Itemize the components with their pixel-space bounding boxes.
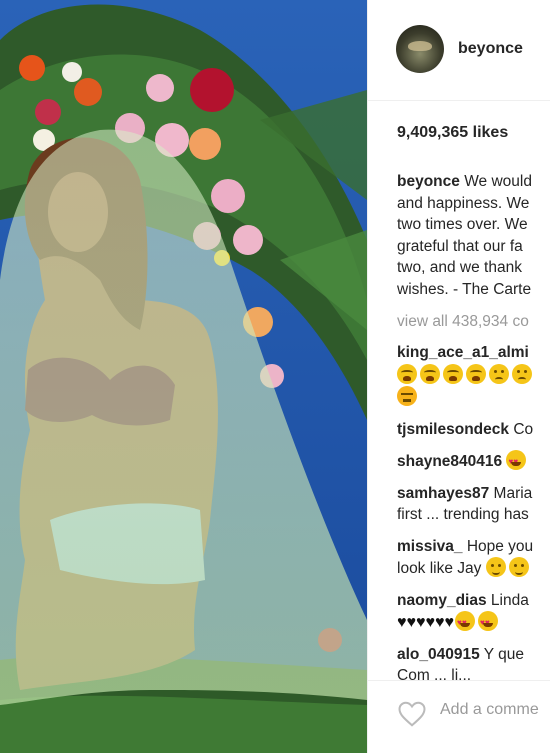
caption-line: grateful that our fa: [397, 237, 523, 255]
post-photo[interactable]: [0, 0, 367, 753]
crying-face-icon: [466, 363, 486, 384]
comment-username[interactable]: missiva_: [397, 538, 463, 555]
heart-outline-icon[interactable]: [397, 699, 427, 729]
comment-username[interactable]: shayne840416: [397, 453, 502, 470]
post-details-panel: beyonce 9,409,365 likes beyonce We would…: [368, 0, 550, 753]
avatar[interactable]: [396, 25, 444, 73]
post-caption: beyonce We would and happiness. We two t…: [397, 171, 550, 301]
heart-eyes-face-icon: [506, 450, 527, 473]
comment-item: tjsmilesondeck Co: [397, 419, 550, 441]
comment-text: Co: [513, 420, 534, 438]
post-username[interactable]: beyonce: [458, 40, 523, 58]
photo-illustration: [0, 0, 367, 753]
caption-username[interactable]: beyonce: [397, 173, 460, 190]
caption-line: two, and we thank: [397, 259, 522, 277]
angry-face-icon: [397, 386, 417, 406]
caption-line: and happiness. We: [397, 194, 530, 212]
view-all-comments-link[interactable]: view all 438,934 co: [397, 313, 529, 331]
heart-eyes-face-icon: [455, 611, 475, 634]
comment-username[interactable]: king_ace_a1_almi: [397, 344, 529, 361]
crying-face-icon: [397, 363, 417, 384]
comment-username[interactable]: tjsmilesondeck: [397, 421, 509, 438]
crying-face-icon: [443, 363, 463, 384]
comment-text: look like Jay: [397, 560, 482, 577]
comment-item: samhayes87 Maria first ... trending has: [397, 483, 550, 526]
comment-text: Linda: [490, 591, 529, 609]
crying-face-icon: [420, 363, 440, 384]
comment-username[interactable]: naomy_dias: [397, 592, 487, 609]
likes-count[interactable]: 9,409,365 likes: [397, 124, 508, 142]
comment-footer: Add a comme: [368, 680, 550, 753]
caption-line: wishes. - The Carte: [397, 280, 532, 298]
sad-face-icon: [489, 363, 509, 384]
caption-line: beyonce We would: [397, 173, 532, 190]
post-header: beyonce: [368, 0, 550, 101]
comment-item: shayne840416: [397, 450, 550, 473]
avatar-figure: [408, 41, 432, 51]
comment-username[interactable]: samhayes87: [397, 485, 489, 502]
smirking-face-icon: [508, 557, 529, 577]
caption-line: two times over. We: [397, 216, 528, 234]
black-hearts-icon: ♥♥♥♥♥♥: [397, 614, 454, 631]
comment-text: Hope you: [466, 537, 534, 555]
comments-list: king_ace_a1_almi tjsmilesondeck Co shayn…: [397, 342, 550, 697]
comment-item: naomy_dias Linda ♥♥♥♥♥♥: [397, 590, 550, 634]
comment-text: first ... trending has: [397, 506, 529, 523]
comment-item: missiva_ Hope you look like Jay: [397, 536, 550, 580]
add-comment-input[interactable]: Add a comme: [440, 701, 539, 719]
sad-face-icon: [512, 363, 532, 384]
comment-username[interactable]: alo_040915: [397, 646, 480, 663]
comment-text: Maria: [493, 484, 533, 502]
comment-text: Y que: [483, 645, 525, 663]
comment-item: king_ace_a1_almi: [397, 342, 550, 409]
heart-eyes-face-icon: [478, 611, 498, 634]
smirking-face-icon: [485, 557, 506, 577]
